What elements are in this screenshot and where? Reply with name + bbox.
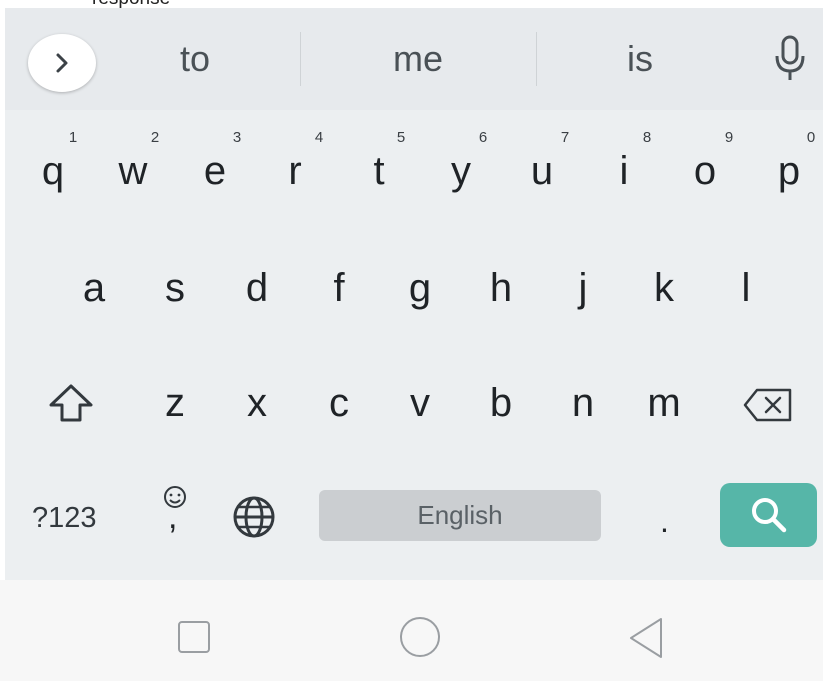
- suggestion-2[interactable]: me: [393, 38, 443, 80]
- backspace-icon: [743, 388, 792, 422]
- key-v[interactable]: v: [410, 383, 430, 423]
- triangle-back-icon: [630, 618, 662, 658]
- key-y-hint: 6: [478, 129, 488, 146]
- key-r-hint: 4: [314, 129, 324, 146]
- square-icon: [178, 621, 210, 653]
- suggestion-divider: [300, 32, 301, 86]
- key-x[interactable]: x: [247, 383, 267, 423]
- globe-icon: [233, 496, 275, 538]
- back-button[interactable]: [627, 616, 665, 665]
- suggestion-divider: [536, 32, 537, 86]
- search-icon: [751, 498, 786, 533]
- key-l[interactable]: l: [742, 268, 751, 308]
- key-k[interactable]: k: [654, 268, 674, 308]
- suggestion-1[interactable]: to: [180, 38, 210, 80]
- key-j[interactable]: j: [579, 268, 588, 308]
- key-i-hint: 8: [642, 129, 652, 146]
- key-f[interactable]: f: [333, 268, 344, 308]
- circle-icon: [400, 617, 440, 657]
- voice-input-button[interactable]: [770, 34, 810, 84]
- chevron-right-icon: [56, 53, 68, 73]
- home-button[interactable]: [399, 616, 441, 663]
- key-c[interactable]: c: [329, 383, 349, 423]
- backspace-key[interactable]: [742, 387, 794, 428]
- key-y[interactable]: y: [451, 151, 471, 191]
- comma-label: ,: [168, 498, 178, 536]
- recents-button[interactable]: [177, 620, 211, 659]
- key-o[interactable]: o: [694, 151, 716, 191]
- key-h[interactable]: h: [490, 268, 512, 308]
- key-t[interactable]: t: [373, 151, 384, 191]
- symbols-key[interactable]: ?123: [32, 502, 97, 535]
- space-key[interactable]: English: [319, 490, 601, 541]
- language-key[interactable]: [231, 494, 277, 545]
- key-d[interactable]: d: [246, 268, 268, 308]
- key-w-hint: 2: [150, 129, 160, 146]
- microphone-icon: [775, 35, 805, 80]
- partial-text-strip: response: [0, 0, 823, 8]
- key-t-hint: 5: [396, 129, 406, 146]
- key-o-hint: 9: [724, 129, 734, 146]
- emoji-comma-key[interactable]: ,: [160, 484, 190, 544]
- key-s[interactable]: s: [165, 268, 185, 308]
- navigation-bar: [0, 580, 823, 681]
- key-u[interactable]: u: [531, 151, 553, 191]
- key-m[interactable]: m: [647, 383, 680, 423]
- key-w[interactable]: w: [119, 151, 148, 191]
- key-e[interactable]: e: [204, 151, 226, 191]
- key-q[interactable]: q: [42, 151, 64, 191]
- key-i[interactable]: i: [620, 151, 629, 191]
- key-z[interactable]: z: [165, 383, 185, 423]
- key-p[interactable]: p: [778, 151, 800, 191]
- shift-icon: [49, 384, 93, 422]
- search-key[interactable]: [720, 483, 817, 547]
- suggestion-3[interactable]: is: [627, 38, 653, 80]
- key-e-hint: 3: [232, 129, 242, 146]
- expand-toolbar-button[interactable]: [28, 34, 96, 92]
- key-u-hint: 7: [560, 129, 570, 146]
- key-r[interactable]: r: [288, 151, 301, 191]
- partial-text: response: [92, 0, 170, 8]
- space-key-label: English: [417, 500, 503, 530]
- key-g[interactable]: g: [409, 268, 431, 308]
- key-n[interactable]: n: [572, 383, 594, 423]
- key-a[interactable]: a: [83, 268, 105, 308]
- key-b[interactable]: b: [490, 383, 512, 423]
- key-p-hint: 0: [806, 129, 816, 146]
- period-key[interactable]: .: [660, 503, 669, 540]
- shift-key[interactable]: [48, 383, 94, 428]
- key-q-hint: 1: [68, 129, 78, 146]
